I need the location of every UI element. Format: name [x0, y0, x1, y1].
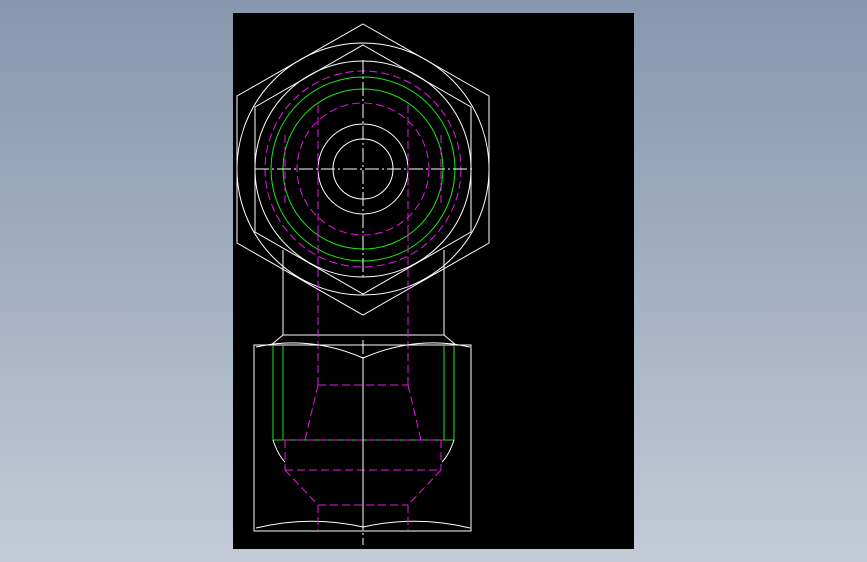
- hidden-line: [407, 469, 442, 506]
- hidden-line: [304, 384, 319, 441]
- top-view: [236, 23, 490, 316]
- hidden-line: [407, 384, 422, 441]
- front-view: [253, 340, 472, 545]
- outer-circle: [236, 42, 490, 296]
- body-shoulder-left: [272, 439, 286, 463]
- hidden-line: [284, 469, 319, 506]
- body-shoulder-right: [441, 439, 455, 463]
- cad-drawing: [236, 23, 490, 545]
